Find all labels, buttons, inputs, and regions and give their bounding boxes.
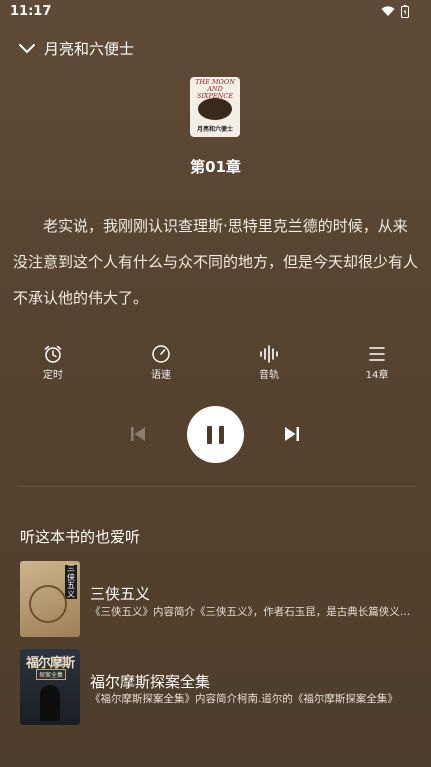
battery-icon bbox=[401, 5, 409, 18]
alarm-clock-icon bbox=[44, 345, 62, 363]
cover-text: 三侠五义 bbox=[65, 564, 77, 599]
pause-icon-bar bbox=[219, 426, 224, 444]
skip-previous-icon[interactable] bbox=[129, 425, 147, 443]
speedometer-icon bbox=[152, 345, 170, 363]
cover-title-bottom: 月亮和六便士 bbox=[196, 126, 233, 133]
cover-illustration bbox=[40, 685, 60, 721]
voice-label: 音轨 bbox=[259, 370, 279, 381]
cover-title-top: THE MOON AND SIXPENCE bbox=[195, 78, 235, 100]
chapters-button[interactable]: 14章 bbox=[342, 344, 412, 381]
status-time: 11:17 bbox=[10, 4, 52, 19]
recommend-desc: 《福尔摩斯探案全集》内容简介柯南.道尔的《福尔摩斯探案全集》 bbox=[90, 693, 398, 705]
menu-list-icon bbox=[369, 347, 385, 361]
text-paragraph: 老实说，我刚刚认识查理斯·思特里克兰德的时候，从来没注意到这个人有什么与众不同的… bbox=[13, 217, 419, 307]
speed-label: 语速 bbox=[151, 370, 171, 381]
pause-button[interactable] bbox=[187, 406, 244, 463]
playback-controls bbox=[0, 405, 431, 465]
status-icons bbox=[381, 5, 409, 18]
cover-illustration bbox=[29, 585, 67, 623]
cover-illustration bbox=[198, 98, 232, 120]
status-bar: 11:17 bbox=[0, 0, 431, 26]
wifi-icon bbox=[381, 6, 395, 16]
voice-button[interactable]: 音轨 bbox=[234, 344, 304, 381]
book-title: 月亮和六便士 bbox=[44, 40, 135, 58]
recommend-item[interactable]: 福尔摩斯 探案全集 福尔摩斯探案全集 《福尔摩斯探案全集》内容简介柯南.道尔的《… bbox=[20, 649, 415, 725]
chevron-down-icon[interactable] bbox=[18, 43, 36, 55]
header: 月亮和六便士 bbox=[18, 38, 134, 59]
recommend-cover: 三侠五义 bbox=[20, 561, 80, 637]
cover-subtext: 探案全集 bbox=[36, 669, 67, 680]
chapters-label: 14章 bbox=[365, 370, 389, 381]
chapter-title: 第01章 bbox=[190, 158, 241, 176]
timer-label: 定时 bbox=[43, 370, 63, 381]
recommend-title: 三侠五义 bbox=[90, 585, 151, 603]
audio-waveform-icon bbox=[260, 345, 278, 363]
recommend-item[interactable]: 三侠五义 三侠五义 《三侠五义》内容简介《三侠五义》，作者石玉昆，是古典长篇侠义… bbox=[20, 561, 415, 637]
divider bbox=[18, 486, 417, 487]
book-cover[interactable]: THE MOON AND SIXPENCE 月亮和六便士 bbox=[190, 77, 240, 137]
recommend-title: 福尔摩斯探案全集 bbox=[90, 673, 211, 691]
skip-next-icon[interactable] bbox=[283, 425, 301, 443]
pause-icon bbox=[207, 426, 212, 444]
timer-button[interactable]: 定时 bbox=[18, 344, 88, 381]
recommend-section-title: 听这本书的也爱听 bbox=[20, 528, 141, 546]
recommend-cover: 福尔摩斯 探案全集 bbox=[20, 649, 80, 725]
speed-button[interactable]: 语速 bbox=[126, 344, 196, 381]
reading-text: 老实说，我刚刚认识查理斯·思特里克兰德的时候，从来没注意到这个人有什么与众不同的… bbox=[13, 208, 418, 316]
recommend-desc: 《三侠五义》内容简介《三侠五义》，作者石玉昆，是古典长篇侠义公案小说。 bbox=[90, 606, 415, 618]
